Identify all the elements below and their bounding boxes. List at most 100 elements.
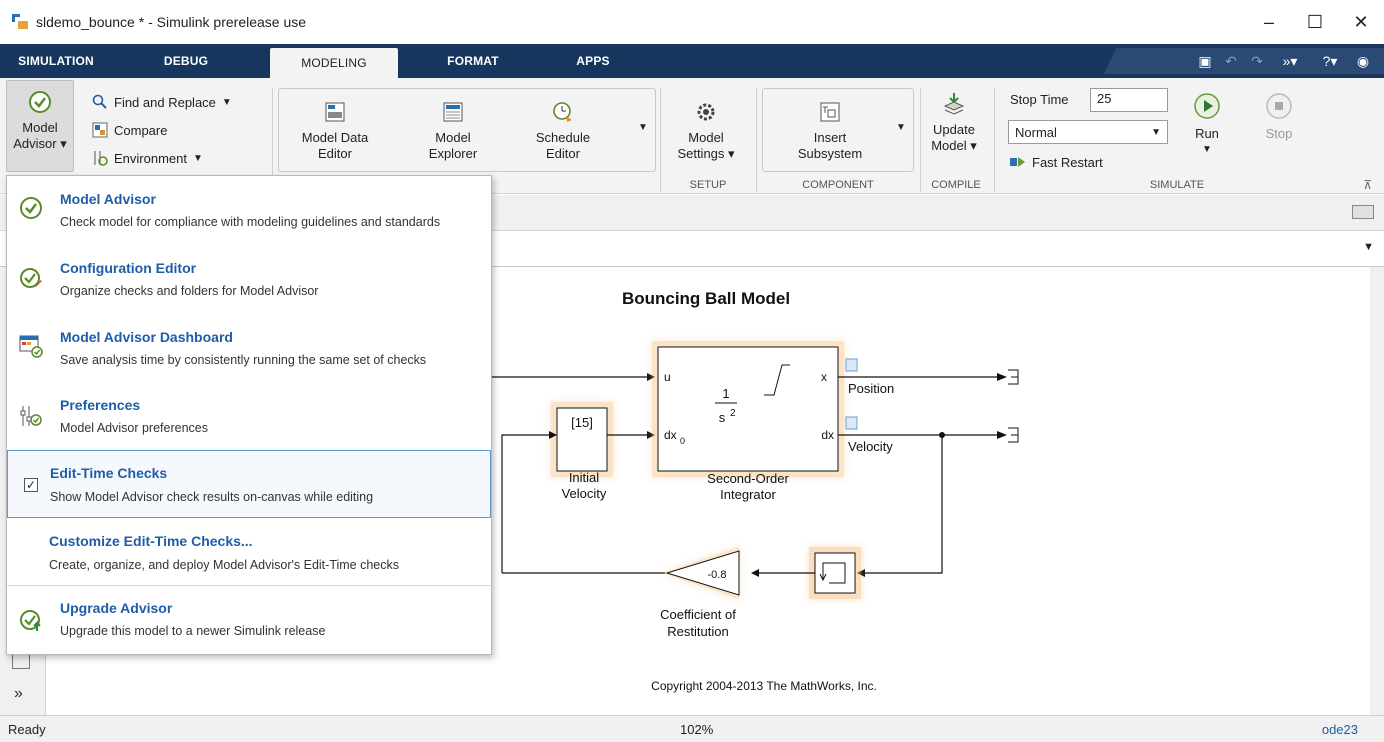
help-icon[interactable]: ?▾ bbox=[1310, 53, 1350, 70]
simulink-app-icon bbox=[10, 12, 30, 32]
menu-item-title: Customize Edit-Time Checks... bbox=[49, 533, 253, 549]
gain-block[interactable] bbox=[665, 550, 740, 596]
menu-item-title: Preferences bbox=[60, 397, 141, 413]
tab-debug[interactable]: DEBUG bbox=[112, 44, 260, 78]
port-value-badge[interactable] bbox=[845, 358, 858, 372]
menu-item-upgrade-advisor[interactable]: Upgrade Advisor Upgrade this model to a … bbox=[7, 586, 491, 654]
feedback-line bbox=[501, 434, 549, 573]
menu-item-model-advisor-dashboard[interactable]: Model Advisor Dashboard Save analysis ti… bbox=[7, 314, 491, 384]
expand-palette-icon[interactable]: » bbox=[14, 685, 23, 703]
menu-item-customize-edit-time-checks[interactable]: Customize Edit-Time Checks... Create, or… bbox=[7, 518, 491, 586]
zoom-level: 102% bbox=[680, 722, 714, 737]
schedule-editor-label-1: Schedule bbox=[535, 130, 591, 145]
configuration-editor-icon bbox=[19, 266, 43, 290]
integrator-exponent: 2 bbox=[730, 408, 736, 419]
menu-item-preferences[interactable]: Preferences Model Advisor preferences bbox=[7, 384, 491, 450]
initial-velocity-label-2: Velocity bbox=[562, 486, 607, 501]
model-explorer-button[interactable]: Model Explorer bbox=[408, 100, 498, 162]
run-label: Run bbox=[1195, 126, 1219, 141]
model-data-editor-button[interactable]: Model Data Editor bbox=[290, 100, 380, 162]
chevron-down-icon: ▼ bbox=[896, 122, 906, 133]
tab-format[interactable]: FORMAT bbox=[398, 44, 548, 78]
menu-item-desc: Model Advisor preferences bbox=[60, 421, 208, 435]
model-advisor-button-content[interactable]: Model Advisor ▾ bbox=[6, 90, 74, 152]
model-explorer-label-1: Model bbox=[435, 130, 471, 145]
model-advisor-menu: Model Advisor Check model for compliance… bbox=[6, 175, 492, 655]
update-model-button[interactable]: Update Model ▾ bbox=[920, 92, 988, 154]
menu-item-title: Upgrade Advisor bbox=[60, 600, 173, 616]
fast-restart-label: Fast Restart bbox=[1032, 154, 1103, 170]
terminator-velocity[interactable] bbox=[1008, 427, 1019, 443]
update-model-label-1: Update bbox=[933, 122, 975, 137]
minimize-button[interactable]: – bbox=[1246, 0, 1292, 44]
compare-button[interactable]: Compare bbox=[92, 122, 167, 138]
menu-item-edit-time-checks[interactable]: ✓ Edit-Time Checks Show Model Advisor ch… bbox=[7, 450, 491, 518]
gallery-expand-button[interactable]: ▼ bbox=[638, 122, 648, 133]
gain-label-2: Restitution bbox=[667, 624, 728, 639]
vertical-scrollbar[interactable] bbox=[1370, 267, 1384, 715]
integrator-label-2: Integrator bbox=[720, 487, 776, 502]
second-order-integrator-block[interactable] bbox=[657, 346, 839, 472]
run-button[interactable]: Run ▼ bbox=[1184, 92, 1230, 158]
copyright-text: Copyright 2004-2013 The MathWorks, Inc. bbox=[651, 679, 877, 693]
save-icon[interactable]: ▣ bbox=[1192, 53, 1218, 70]
compare-label: Compare bbox=[114, 122, 168, 138]
edit-time-checks-checkbox[interactable]: ✓ bbox=[24, 478, 38, 492]
model-explorer-label-2: Explorer bbox=[428, 146, 478, 161]
model-advisor-icon bbox=[28, 90, 52, 114]
model-advisor-icon bbox=[19, 196, 43, 220]
model-explorer-icon bbox=[441, 100, 465, 124]
chevron-down-icon: ▼ bbox=[1202, 144, 1212, 155]
preferences-icon bbox=[19, 404, 43, 428]
model-advisor-label-2: Advisor ▾ bbox=[13, 136, 67, 151]
menu-item-configuration-editor[interactable]: Configuration Editor Organize checks and… bbox=[7, 244, 491, 314]
stop-button[interactable]: Stop bbox=[1256, 92, 1302, 142]
fast-restart-button[interactable]: Fast Restart bbox=[1010, 154, 1103, 170]
environment-button[interactable]: Environment ▼ bbox=[92, 150, 203, 166]
search-icon bbox=[92, 94, 108, 110]
ribbon-tab-strip: SIMULATION DEBUG MODELING FORMAT APPS ▣ … bbox=[0, 44, 1384, 78]
port-u: u bbox=[664, 370, 671, 384]
keyboard-icon[interactable] bbox=[1352, 205, 1374, 219]
tab-apps[interactable]: APPS bbox=[548, 44, 638, 78]
quick-access-menu-icon[interactable]: »▾ bbox=[1270, 53, 1310, 70]
initial-velocity-value: [15] bbox=[571, 415, 593, 430]
integrator-denominator: s bbox=[719, 410, 726, 425]
collapse-ribbon-icon[interactable]: ⊼ bbox=[1363, 178, 1372, 192]
model-browser-icon[interactable] bbox=[12, 653, 30, 669]
port-value-badge[interactable] bbox=[845, 416, 858, 430]
stop-label: Stop bbox=[1265, 126, 1293, 141]
maximize-button[interactable]: ☐ bbox=[1292, 0, 1338, 44]
schedule-editor-icon bbox=[551, 100, 575, 124]
component-gallery-expand[interactable]: ▼ bbox=[896, 122, 906, 133]
menu-item-desc: Show Model Advisor check results on-canv… bbox=[50, 490, 374, 504]
menu-item-desc: Upgrade this model to a newer Simulink r… bbox=[60, 624, 326, 638]
menu-item-model-advisor[interactable]: Model Advisor Check model for compliance… bbox=[7, 176, 491, 244]
simulation-mode-select[interactable]: Normal ▼ bbox=[1008, 120, 1168, 144]
redo-icon[interactable]: ↷ bbox=[1244, 53, 1270, 70]
tab-simulation[interactable]: SIMULATION bbox=[0, 44, 112, 78]
tab-modeling[interactable]: MODELING bbox=[270, 48, 398, 78]
diagram-title: Bouncing Ball Model bbox=[622, 289, 790, 308]
component-group-label: COMPONENT bbox=[802, 179, 874, 191]
model-settings-button[interactable]: Model Settings ▾ bbox=[664, 100, 748, 162]
status-bar: Ready 102% ode23 bbox=[0, 715, 1384, 742]
initial-velocity-label-1: Initial bbox=[569, 470, 599, 485]
collapse-ribbon-icon[interactable]: ◉ bbox=[1350, 53, 1376, 70]
memory-block[interactable] bbox=[814, 552, 856, 594]
stop-time-input[interactable]: 25 bbox=[1090, 88, 1168, 112]
terminator-position[interactable] bbox=[1008, 369, 1019, 385]
gain-label-1: Coefficient of bbox=[660, 607, 736, 622]
compare-icon bbox=[92, 122, 108, 138]
schedule-editor-button[interactable]: Schedule Editor bbox=[518, 100, 608, 162]
chevron-down-icon: ▼ bbox=[221, 96, 232, 108]
insert-subsystem-button[interactable]: Insert Subsystem bbox=[772, 100, 888, 162]
position-signal-label: Position bbox=[848, 381, 894, 396]
close-button[interactable]: ✕ bbox=[1338, 0, 1384, 44]
undo-icon[interactable]: ↶ bbox=[1218, 53, 1244, 70]
solver-link[interactable]: ode23 bbox=[1322, 722, 1358, 737]
port-dx0: dx bbox=[664, 428, 677, 442]
setup-group-label: SETUP bbox=[689, 179, 727, 191]
chevron-down-icon[interactable]: ▼ bbox=[1363, 241, 1374, 253]
find-replace-button[interactable]: Find and Replace ▼ bbox=[92, 94, 232, 110]
